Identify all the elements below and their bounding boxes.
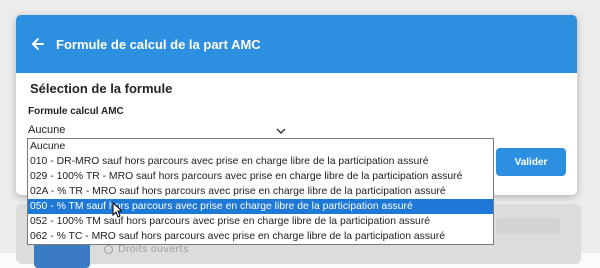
validate-button[interactable]: Valider (496, 148, 566, 176)
formula-dropdown-list[interactable]: Aucune 010 - DR-MRO sauf hors parcours a… (27, 138, 494, 245)
arrow-left-icon[interactable] (30, 36, 46, 52)
dropdown-option[interactable]: 010 - DR-MRO sauf hors parcours avec pri… (28, 154, 493, 169)
background-status: Droits ouverts (104, 244, 189, 255)
dropdown-option[interactable]: 029 - 100% TR - MRO sauf hors parcours a… (28, 169, 493, 184)
dropdown-option-highlighted[interactable]: 050 - % TM sauf hors parcours avec prise… (28, 199, 493, 214)
select-value: Aucune (28, 124, 66, 136)
dropdown-option[interactable]: 02A - % TR - MRO sauf hors parcours avec… (28, 184, 493, 199)
dropdown-option[interactable]: Aucune (28, 139, 493, 154)
field-label: Formule calcul AMC (28, 106, 124, 117)
dropdown-option[interactable]: 062 - % TC - MRO sauf hors parcours avec… (28, 229, 493, 244)
status-text: Droits ouverts (118, 244, 189, 255)
modal-header: Formule de calcul de la part AMC (16, 15, 577, 73)
chevron-down-icon (276, 126, 286, 134)
formula-select[interactable]: Aucune (28, 121, 286, 139)
modal-title: Formule de calcul de la part AMC (56, 36, 261, 52)
mouse-cursor-icon (112, 201, 124, 218)
section-title: Sélection de la formule (30, 81, 173, 96)
background-placeholder (496, 218, 560, 234)
dropdown-option[interactable]: 052 - 100% TM sauf hors parcours avec pr… (28, 214, 493, 229)
